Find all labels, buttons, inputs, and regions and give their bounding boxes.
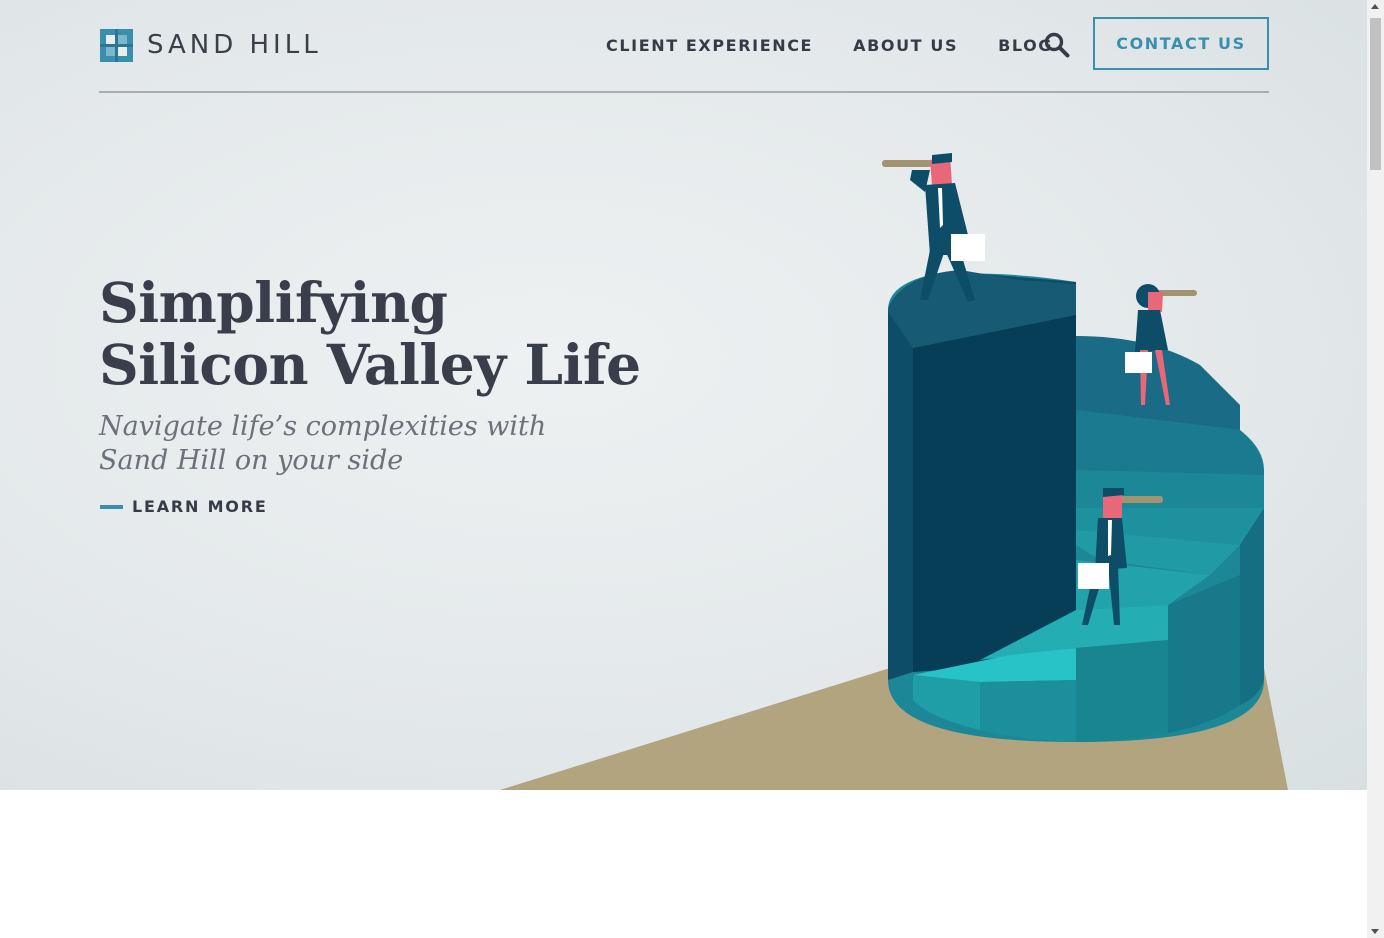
contact-us-button[interactable]: CONTACT US	[1093, 17, 1269, 70]
learn-more-link[interactable]: LEARN MORE	[100, 497, 268, 516]
learn-more-dash-icon	[100, 504, 123, 509]
sand-hill-logo-icon	[100, 29, 133, 62]
learn-more-label: LEARN MORE	[132, 497, 268, 516]
page-scrollbar[interactable]	[1367, 0, 1384, 938]
stair-front	[980, 680, 1076, 742]
nav-client-experience[interactable]: CLIENT EXPERIENCE	[606, 36, 813, 55]
stair-front	[1076, 640, 1168, 742]
header-divider	[99, 91, 1269, 93]
main-nav: CLIENT EXPERIENCE ABOUT US BLOG	[606, 36, 1093, 55]
search-icon[interactable]	[1044, 32, 1070, 58]
scroll-up-arrow-icon[interactable]	[1371, 4, 1379, 9]
tower-column-inner	[913, 315, 1076, 672]
scroll-down-arrow-icon[interactable]	[1371, 929, 1379, 934]
brand-name: SAND HILL	[147, 30, 322, 60]
hero-section: SAND HILL CLIENT EXPERIENCE ABOUT US BLO…	[0, 0, 1367, 790]
scroll-thumb[interactable]	[1370, 18, 1381, 170]
hero-illustration	[500, 153, 1288, 790]
nav-about-us[interactable]: ABOUT US	[853, 36, 958, 55]
logo[interactable]: SAND HILL	[100, 29, 322, 62]
